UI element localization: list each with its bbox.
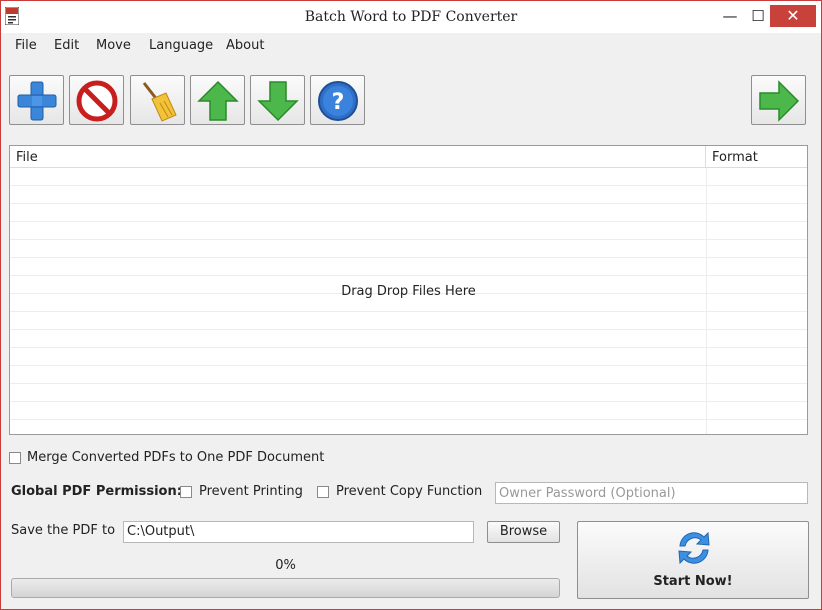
arrow-right-icon: [759, 80, 800, 122]
broom-icon: [142, 82, 177, 122]
next-step-button[interactable]: [751, 75, 806, 125]
prevent-copy-label: Prevent Copy Function: [336, 484, 483, 499]
arrow-up-icon: [197, 80, 239, 121]
menu-about[interactable]: About: [226, 38, 264, 53]
menu-language[interactable]: Language: [149, 38, 213, 53]
menu-file[interactable]: File: [15, 38, 37, 53]
column-header-file[interactable]: File: [10, 146, 706, 168]
prevent-printing-checkbox[interactable]: [180, 486, 192, 498]
table-row: [10, 384, 807, 402]
owner-password-input[interactable]: [495, 482, 808, 504]
add-files-button[interactable]: [9, 75, 64, 125]
table-row: [10, 186, 807, 204]
merge-checkbox[interactable]: [9, 452, 21, 464]
plus-icon: [17, 81, 57, 121]
menu-move[interactable]: Move: [96, 38, 131, 53]
prevent-copy-checkbox[interactable]: [317, 486, 329, 498]
table-row: [10, 222, 807, 240]
browse-button[interactable]: Browse: [487, 521, 560, 543]
no-entry-icon: [76, 80, 118, 122]
prevent-printing-label: Prevent Printing: [199, 484, 303, 499]
move-down-button[interactable]: [250, 75, 305, 125]
merge-label: Merge Converted PDFs to One PDF Document: [27, 450, 325, 465]
file-table[interactable]: File Format Drag Drop Files Here: [9, 145, 808, 435]
menu-bar: File Edit Move Language About: [1, 33, 821, 59]
refresh-icon: [678, 531, 710, 565]
progress-bar: [11, 578, 560, 598]
table-row: [10, 258, 807, 276]
app-window: Batch Word to PDF Converter — ☐ ✕ File E…: [0, 0, 822, 610]
output-path-input[interactable]: C:\Output\: [123, 521, 474, 543]
svg-text:?: ?: [332, 90, 345, 115]
progress-percent: 0%: [275, 558, 296, 573]
table-row: [10, 366, 807, 384]
remove-file-button[interactable]: [69, 75, 124, 125]
table-row: [10, 312, 807, 330]
table-row: [10, 204, 807, 222]
table-row: [10, 240, 807, 258]
table-row: [10, 330, 807, 348]
help-icon: ?: [318, 81, 358, 121]
arrow-down-icon: [257, 81, 299, 122]
table-row: [10, 348, 807, 366]
clear-list-button[interactable]: [130, 75, 185, 125]
table-row: [10, 168, 807, 186]
menu-edit[interactable]: Edit: [54, 38, 79, 53]
drop-files-hint: Drag Drop Files Here: [341, 284, 476, 299]
table-row: [10, 402, 807, 420]
column-header-format[interactable]: Format: [706, 146, 807, 168]
permission-label: Global PDF Permission:: [11, 484, 182, 499]
title-bar: Batch Word to PDF Converter — ☐ ✕: [1, 1, 821, 33]
start-now-button[interactable]: Start Now!: [577, 521, 809, 599]
window-title: Batch Word to PDF Converter: [304, 9, 518, 25]
help-button[interactable]: ?: [310, 75, 365, 125]
close-button[interactable]: ✕: [770, 5, 816, 27]
start-now-label: Start Now!: [653, 574, 733, 589]
move-up-button[interactable]: [190, 75, 245, 125]
save-pdf-label: Save the PDF to: [11, 523, 116, 538]
